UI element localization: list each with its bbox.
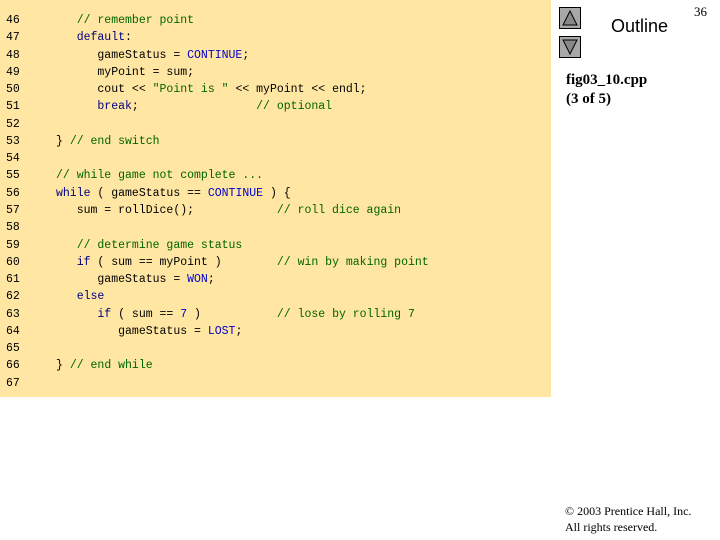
code-token: myPoint = sum; (56, 65, 195, 79)
code-text: // remember point (56, 12, 194, 29)
code-token: ) (187, 307, 277, 321)
code-token: ; (242, 48, 250, 62)
code-token: // end switch (69, 134, 160, 148)
line-number: 46 (6, 14, 20, 27)
figure-filename: fig03_10.cpp (566, 72, 648, 88)
code-text: gameStatus = CONTINUE; (56, 47, 249, 64)
code-text: } // end while (56, 357, 153, 374)
code-token: while (56, 186, 91, 200)
line-number: 59 (6, 238, 20, 252)
code-token: } (56, 134, 70, 148)
line-number: 64 (6, 324, 20, 338)
code-text: if ( sum == 7 ) // lose by rolling 7 (56, 306, 415, 323)
code-text: gameStatus = WON; (56, 271, 215, 288)
code-token: // roll dice again (276, 203, 402, 217)
code-token: break (56, 100, 132, 114)
code-token: else (56, 290, 105, 304)
code-text: default: (56, 29, 132, 46)
slide-number: 36 (694, 4, 707, 19)
code-text: } // end switch (56, 133, 160, 150)
line-number: 62 (6, 290, 20, 304)
code-text: while ( gameStatus == CONTINUE ) { (56, 185, 291, 202)
line-number: 47 (6, 31, 20, 45)
next-slide-button[interactable] (559, 36, 581, 58)
code-text: // determine game status (56, 237, 243, 254)
copyright-notice: © 2003 Prentice Hall, Inc. All rights re… (565, 503, 691, 535)
code-token: gameStatus = (56, 324, 208, 338)
code-token: : (125, 31, 132, 45)
line-number: 66 (6, 359, 20, 373)
code-text: else (56, 288, 105, 305)
line-number: 51 (6, 100, 20, 114)
code-text: // while game not complete ... (56, 167, 263, 184)
triangle-up-icon (562, 10, 578, 26)
code-token: // while game not complete ... (56, 169, 264, 183)
code-token: // remember point (56, 14, 195, 27)
line-number: 55 (6, 169, 20, 183)
code-token: "Point is " (152, 83, 229, 97)
code-token: WON (187, 273, 208, 287)
line-number: 63 (6, 307, 20, 321)
figure-part: (3 of 5) (566, 91, 611, 107)
code-token: // end while (69, 359, 153, 373)
line-number: 60 (6, 255, 20, 269)
code-token: // lose by rolling 7 (276, 307, 415, 321)
line-number: 65 (6, 342, 20, 356)
line-number: 61 (6, 273, 20, 287)
figure-caption: fig03_10.cpp (3 of 5) (566, 71, 647, 109)
line-number: 50 (6, 83, 20, 97)
code-text: myPoint = sum; (56, 64, 194, 81)
code-token: sum = rollDice(); (56, 203, 277, 217)
rights-line: All rights reserved. (565, 520, 658, 534)
code-token: ; (207, 273, 215, 287)
code-token: ; (131, 100, 257, 114)
outline-label: Outline (611, 16, 669, 36)
code-token: CONTINUE (187, 48, 243, 62)
code-token: if (56, 307, 112, 321)
code-token: ( gameStatus == (90, 186, 208, 200)
code-text: cout << "Point is " << myPoint << endl; (56, 81, 367, 98)
copyright-line: © 2003 Prentice Hall, Inc. (565, 504, 692, 518)
line-number: 54 (6, 152, 20, 166)
code-token: CONTINUE (207, 186, 264, 200)
code-token: default (56, 31, 126, 45)
line-number: 48 (6, 48, 20, 62)
code-token: LOST (207, 324, 236, 338)
code-token: if (56, 255, 91, 269)
code-token: ) { (263, 186, 291, 200)
triangle-down-icon (562, 39, 578, 55)
line-number: 58 (6, 221, 20, 235)
code-token: gameStatus = (56, 48, 188, 62)
line-number: 49 (6, 65, 20, 79)
code-text: if ( sum == myPoint ) // win by making p… (56, 254, 429, 271)
code-panel: 46 // remember point 47 default: 48 gameSt… (0, 0, 551, 397)
code-text: break; // optional (56, 98, 332, 115)
code-token: cout << (56, 83, 153, 97)
code-text: gameStatus = LOST; (56, 323, 242, 340)
code-token: // optional (256, 100, 333, 114)
line-number: 52 (6, 117, 20, 131)
line-number: 53 (6, 134, 20, 148)
code-token: << myPoint << endl; (228, 83, 367, 97)
code-token: ( sum == myPoint ) (90, 255, 277, 269)
code-token: gameStatus = (56, 273, 188, 287)
code-token: ; (235, 324, 243, 338)
code-token: // win by making point (276, 255, 429, 269)
code-token: } (56, 359, 70, 373)
previous-slide-button[interactable] (559, 7, 581, 29)
line-number: 56 (6, 186, 20, 200)
line-number: 67 (6, 376, 20, 390)
code-token: // determine game status (56, 238, 243, 252)
code-text: sum = rollDice(); // roll dice again (56, 202, 401, 219)
line-number: 57 (6, 203, 20, 217)
code-token: ( sum == (111, 307, 181, 321)
